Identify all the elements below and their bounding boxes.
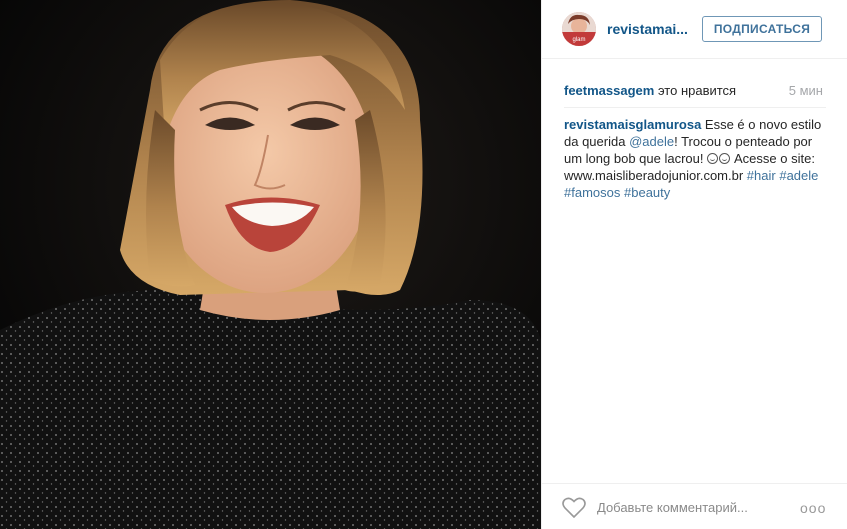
- smile-emoji-icon: [707, 153, 719, 164]
- likes-text: это нравится: [654, 83, 737, 98]
- divider: [564, 107, 826, 108]
- post-details-panel: glam revistamai... ПОДПИСАТЬСЯ feetmassa…: [541, 0, 847, 529]
- comment-input[interactable]: [597, 496, 797, 518]
- follow-button[interactable]: ПОДПИСАТЬСЯ: [702, 16, 822, 42]
- avatar[interactable]: glam: [562, 12, 596, 46]
- more-options-icon[interactable]: ooo: [800, 501, 825, 515]
- hashtag-link[interactable]: #adele: [779, 168, 818, 183]
- likes-row: feetmassagem это нравится 5 мин: [564, 83, 826, 98]
- comment-bar: ooo: [542, 483, 847, 529]
- photo-image: [0, 0, 541, 529]
- post-timestamp[interactable]: 5 мин: [789, 83, 823, 98]
- caption-author-link[interactable]: revistamaisglamurosa: [564, 117, 701, 132]
- hashtag-link[interactable]: #hair: [747, 168, 776, 183]
- mention-link[interactable]: @adele: [629, 134, 674, 149]
- post-caption: revistamaisglamurosa Esse é o novo estil…: [564, 116, 826, 201]
- smile-emoji-icon: [719, 153, 731, 164]
- heart-icon[interactable]: [562, 497, 586, 518]
- svg-text:glam: glam: [572, 37, 585, 43]
- liker-username-link[interactable]: feetmassagem: [564, 83, 654, 98]
- avatar-image: glam: [562, 12, 596, 46]
- post-header: glam revistamai... ПОДПИСАТЬСЯ: [542, 0, 847, 59]
- post-photo[interactable]: [0, 0, 541, 529]
- hashtag-link[interactable]: #beauty: [624, 185, 670, 200]
- author-username-link[interactable]: revistamai...: [607, 21, 688, 37]
- hashtag-link[interactable]: #famosos: [564, 185, 620, 200]
